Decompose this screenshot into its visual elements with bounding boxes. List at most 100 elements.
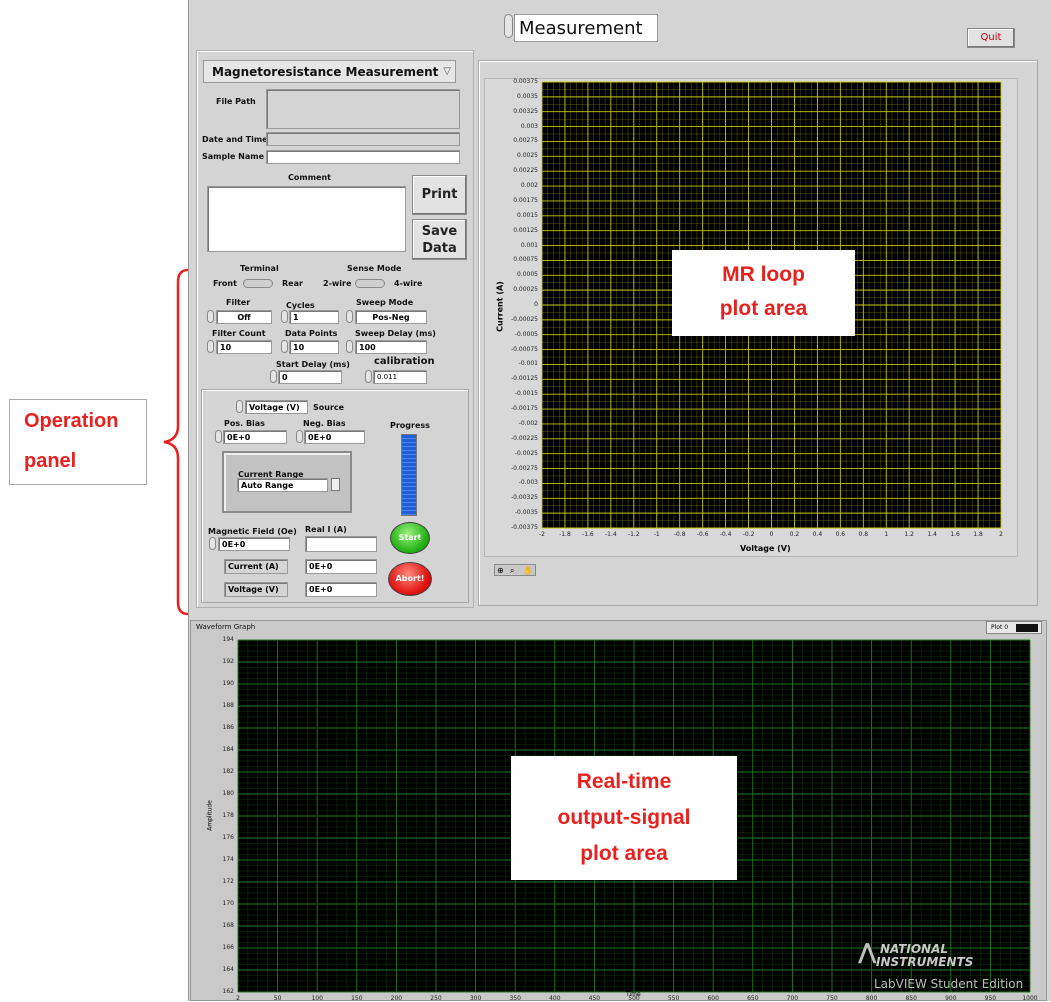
page-select-spinner[interactable] (504, 14, 513, 38)
measurement-type-value: Magnetoresistance Measurement (212, 65, 439, 79)
filter-count-spinner[interactable] (207, 340, 214, 353)
y-tick-label: 0.00275 (513, 137, 538, 145)
y-tick-label: 184 (222, 746, 234, 753)
save-data-button[interactable]: Save Data (412, 219, 467, 260)
x-tick-label: 1.6 (950, 531, 960, 538)
operation-panel-label-line1: Operation (24, 410, 119, 432)
start-delay-spinner[interactable] (270, 370, 277, 383)
sample-name-label: Sample Name (202, 152, 265, 161)
quit-button[interactable]: Quit (967, 28, 1015, 48)
x-tick-label: -1.4 (604, 531, 617, 538)
y-tick-label: 162 (222, 988, 234, 995)
y-tick-label: -0.003 (518, 479, 538, 487)
data-points-spinner[interactable] (281, 340, 288, 353)
chevron-down-icon: ▽ (443, 66, 451, 77)
current-range-dropdown-icon[interactable] (331, 478, 340, 491)
y-tick-label: 0.0035 (517, 92, 538, 100)
sweep-mode-spinner[interactable] (346, 310, 353, 323)
y-tick-label: 0.00125 (513, 226, 538, 234)
x-tick-label: 1.8 (973, 531, 983, 538)
current-label-box: Current (A) (224, 559, 288, 574)
filter-count-label: Filter Count (212, 329, 266, 338)
page-select[interactable]: Measurement (514, 14, 658, 42)
x-tick-label: 0.8 (858, 531, 869, 538)
data-points-label: Data Points (285, 329, 338, 338)
filter-select[interactable]: Off (216, 310, 272, 324)
y-tick-label: 180 (222, 790, 234, 797)
ni-eagle-icon: ⋀ (858, 940, 877, 965)
realtime-label-line3: plot area (580, 842, 668, 865)
y-tick-label: 0.003 (520, 122, 538, 130)
save-data-label-line2: Data (422, 241, 457, 256)
neg-bias-label: Neg. Bias (303, 419, 346, 428)
cycles-label: Cycles (286, 301, 315, 310)
source-spinner[interactable] (236, 400, 243, 413)
sweep-mode-label: Sweep Mode (356, 298, 414, 307)
x-tick-label: 1 (884, 531, 889, 538)
file-path-field (266, 89, 460, 129)
crosshair-icon[interactable]: ⊕ (497, 566, 504, 575)
x-tick-label: -1.2 (627, 531, 640, 538)
save-data-label-line1: Save (421, 224, 458, 239)
calibration-input[interactable]: 0.011 (373, 370, 427, 384)
filter-spinner[interactable] (207, 310, 214, 323)
sense-mode-label: Sense Mode (347, 264, 402, 273)
progress-bar (401, 434, 417, 516)
calibration-spinner[interactable] (365, 370, 372, 383)
neg-bias-spinner[interactable] (296, 430, 303, 443)
sweep-delay-spinner[interactable] (346, 340, 353, 353)
abort-button[interactable]: Abort! (388, 562, 432, 596)
sense-mode-4wire-label: 4-wire (394, 279, 423, 288)
sweep-delay-input[interactable]: 100 (355, 340, 427, 354)
sample-name-input[interactable] (266, 150, 460, 164)
pos-bias-spinner[interactable] (215, 430, 222, 443)
filter-count-input[interactable]: 10 (216, 340, 272, 354)
source-label: Source (313, 403, 345, 412)
terminal-toggle[interactable] (243, 279, 273, 288)
filter-label: Filter (226, 298, 251, 307)
graph-palette[interactable]: ⊕ ⌕ ✋ (494, 564, 536, 576)
cycles-spinner[interactable] (281, 310, 288, 323)
x-tick-label: -0.4 (719, 531, 732, 538)
measurement-type-select[interactable]: Magnetoresistance Measurement ▽ (203, 60, 456, 83)
mr-loop-callout: MR loop plot area (672, 250, 855, 336)
y-tick-label: -0.0015 (514, 390, 538, 398)
x-tick-label: 0.4 (812, 531, 823, 538)
y-tick-label: 0.001 (520, 241, 538, 249)
terminal-front-label: Front (213, 279, 237, 288)
print-button[interactable]: Print (412, 175, 467, 215)
realtime-label-line2: output-signal (557, 806, 691, 829)
neg-bias-input[interactable]: 0E+0 (304, 430, 365, 444)
abort-button-label: Abort! (395, 574, 425, 583)
date-time-label: Date and Time (202, 135, 268, 144)
magnetic-field-input[interactable]: 0E+0 (218, 537, 290, 551)
x-tick-label: 0 (769, 531, 774, 538)
y-tick-label: 166 (222, 944, 234, 951)
y-tick-label: 0.0015 (517, 211, 538, 219)
mr-y-axis-label: Current (A) (495, 281, 505, 332)
operation-panel-bracket (163, 268, 189, 616)
current-indicator: 0E+0 (305, 559, 377, 574)
y-tick-label: -0.00325 (511, 494, 538, 502)
pos-bias-input[interactable]: 0E+0 (223, 430, 287, 444)
y-tick-label: -0.0005 (514, 330, 538, 338)
sense-mode-toggle[interactable] (355, 279, 385, 288)
pos-bias-label: Pos. Bias (224, 419, 265, 428)
magnetic-field-spinner[interactable] (209, 537, 216, 550)
zoom-icon[interactable]: ⌕ (510, 566, 514, 576)
x-tick-label: -2 (539, 531, 545, 538)
current-range-select[interactable]: Auto Range (237, 478, 328, 492)
source-select[interactable]: Voltage (V) (245, 400, 308, 414)
date-time-field (266, 132, 460, 146)
comment-input[interactable] (207, 186, 406, 252)
hand-icon[interactable]: ✋ (523, 566, 533, 575)
data-points-input[interactable]: 10 (289, 340, 339, 354)
start-delay-input[interactable]: 0 (278, 370, 342, 384)
wf-y-axis-label: Amplitude (206, 800, 214, 831)
y-tick-label: 0.00025 (513, 286, 538, 294)
cycles-input[interactable]: 1 (289, 310, 339, 324)
sweep-mode-select[interactable]: Pos-Neg (355, 310, 427, 324)
y-tick-label: 174 (222, 856, 234, 863)
calibration-label: calibration (374, 356, 435, 367)
start-button[interactable]: Start (390, 522, 430, 554)
